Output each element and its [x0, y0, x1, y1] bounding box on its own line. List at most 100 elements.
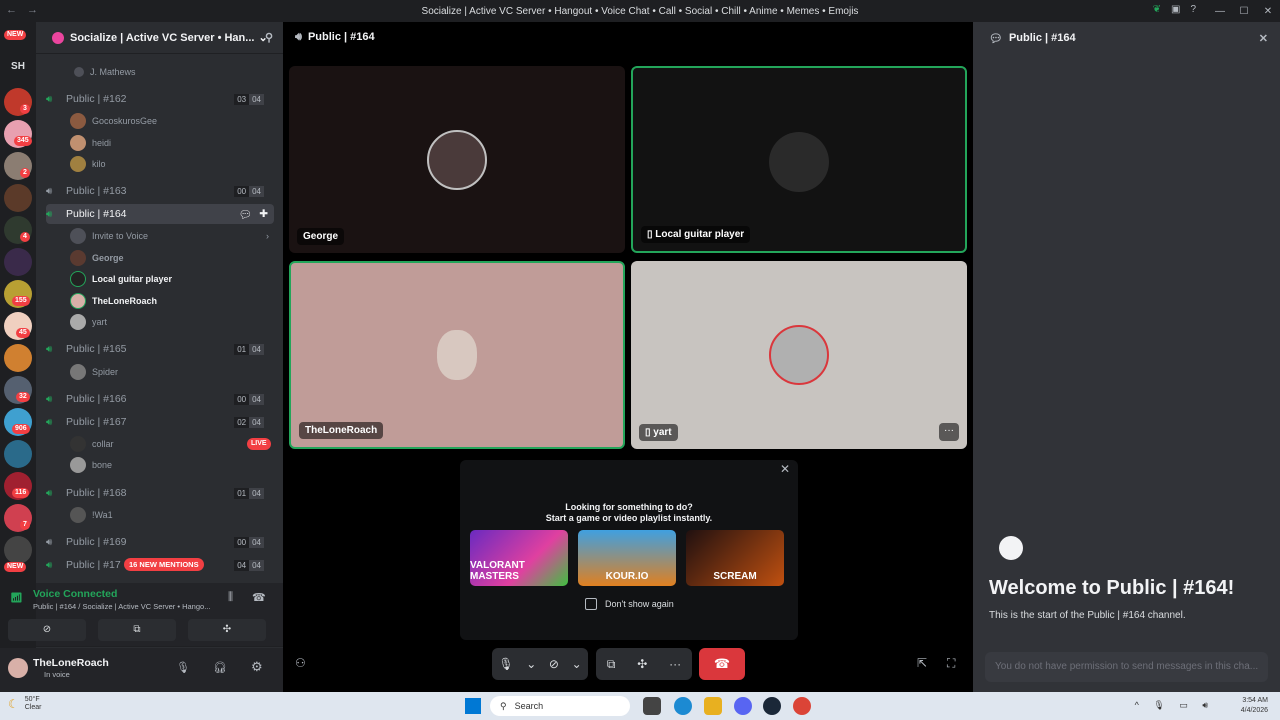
invite-to-voice[interactable]: Invite to Voice ›	[70, 226, 269, 246]
server-icon[interactable]	[4, 344, 32, 372]
speaker-icon: 🔊︎	[295, 30, 302, 43]
camera-off-button[interactable]: ⊘	[8, 619, 86, 641]
activity-button[interactable]: ✣	[188, 619, 266, 641]
inbox-icon[interactable]: ▣	[1171, 4, 1180, 15]
participant-tile[interactable]: TheLoneRoach	[289, 261, 625, 449]
popout-icon[interactable]: ⇱	[917, 656, 927, 670]
taskbar-search[interactable]: ⚲ Search	[490, 696, 630, 716]
speaker-icon: 🔊︎	[46, 208, 53, 220]
help-icon[interactable]: ?	[1190, 4, 1196, 15]
maximize-icon[interactable]: ☐	[1232, 6, 1256, 17]
server-sh[interactable]: SH	[4, 58, 32, 78]
screen-share-button[interactable]: ⧉	[98, 619, 176, 641]
stage-title: Public | #164	[307, 31, 375, 43]
leave-call-button[interactable]: ☎︎	[699, 648, 745, 680]
participant-tile[interactable]: ▯ Local guitar player	[631, 66, 967, 253]
clock[interactable]: 3:54 AM 4/4/2026	[1241, 696, 1268, 716]
live-badge: LIVE	[247, 438, 271, 450]
mic-icon[interactable]: 🎙︎	[498, 657, 513, 671]
voice-user[interactable]: Local guitar player	[70, 269, 172, 289]
new-mentions-pill[interactable]: 16 NEW MENTIONS	[124, 558, 204, 571]
voice-channel[interactable]: 🔊︎ Public | #168 01 04	[46, 483, 274, 503]
voice-user[interactable]: !Wa1	[70, 505, 113, 525]
back-arrow-icon[interactable]: ←	[6, 4, 17, 16]
voice-channel[interactable]: 🔊︎ Public | #165 01 04	[46, 339, 274, 359]
voice-location[interactable]: Public | #164 / Socialize | Active VC Se…	[33, 602, 218, 611]
call-controls: ⚇ 🎙︎ ⌄ ⊘ ⌄ ⧉ ✣ ··· ☎︎ ⇱ ⛶	[283, 648, 973, 682]
close-icon[interactable]: ✕	[1259, 32, 1268, 45]
voice-channel[interactable]: 🔊︎ Public | #162 03 04	[46, 89, 274, 109]
participant-tile[interactable]: ▯ yart ···	[631, 261, 967, 449]
voice-channel[interactable]: 🔊︎ Public | #163 00 04	[46, 181, 274, 201]
voice-channel[interactable]: 🔊︎ Public | #169 00 04	[46, 532, 274, 552]
avatar[interactable]	[8, 658, 28, 678]
voice-user[interactable]: collar	[70, 434, 114, 454]
voice-channel[interactable]: 🔊︎ Public | #167 02 04	[46, 412, 274, 432]
windows-start-icon[interactable]	[465, 698, 481, 714]
screen-share-icon[interactable]: ⧉	[607, 657, 616, 672]
chat-title: Public | #164	[1008, 32, 1076, 44]
mic-toggle[interactable]: 🎙︎ ⌄ ⊘ ⌄	[492, 648, 588, 680]
voice-user[interactable]: Spider	[70, 362, 118, 382]
voice-user[interactable]: GocoskurosGee	[70, 111, 157, 131]
weather-widget[interactable]: ☾ 50°F Clear	[8, 696, 42, 712]
steam-icon[interactable]	[763, 697, 781, 715]
add-user-icon[interactable]: ✚	[259, 208, 268, 220]
more-options-button[interactable]: ···	[939, 423, 959, 441]
voice-user[interactable]: bone	[70, 455, 112, 475]
discord-icon[interactable]	[734, 697, 752, 715]
voice-user[interactable]: George	[70, 248, 124, 268]
server-badge: 155	[12, 296, 30, 306]
noise-icon[interactable]: ⫼	[228, 591, 233, 604]
add-user-icon[interactable]: ⚇	[295, 656, 306, 670]
add-member-icon[interactable]: ⚲	[265, 31, 273, 44]
server-icon[interactable]	[4, 248, 32, 276]
chevron-down-icon[interactable]: ⌄	[526, 657, 536, 671]
participant-tile[interactable]: George	[289, 66, 625, 253]
tray-icons[interactable]: ^ 🎙︎ ▭ 🔊︎	[1135, 700, 1214, 711]
user-count: 00 04	[234, 536, 264, 548]
chrome-icon[interactable]	[793, 697, 811, 715]
message-input[interactable]: You do not have permission to send messa…	[985, 652, 1268, 682]
voice-user[interactable]: heidi	[70, 133, 111, 153]
gear-icon[interactable]: ⚙	[251, 659, 263, 675]
server-icon[interactable]	[4, 536, 32, 564]
dont-show-checkbox[interactable]	[585, 598, 597, 610]
guild-header[interactable]: Socialize | Active VC Server • Han... ⌄ …	[36, 22, 283, 54]
activity-card[interactable]: SCREAM	[686, 530, 784, 586]
new-badge: NEW	[4, 562, 27, 572]
voice-user[interactable]: kilo	[70, 154, 106, 174]
mic-icon[interactable]: 🎙︎	[176, 661, 190, 674]
file-explorer-icon[interactable]	[704, 697, 722, 715]
participant-name: ▯ Local guitar player	[641, 226, 751, 243]
voice-user[interactable]: J. Mathews	[74, 62, 136, 82]
speaker-icon: 🔊︎	[46, 93, 53, 105]
chevron-down-icon[interactable]: ⌄	[572, 657, 582, 671]
voice-channel-active[interactable]: 🔊︎ Public | #164 💬︎ ✚	[46, 204, 274, 224]
minimize-icon[interactable]: —	[1208, 6, 1232, 17]
server-icon[interactable]	[4, 440, 32, 468]
forward-arrow-icon[interactable]: →	[27, 4, 38, 16]
signal-icon[interactable]: 📶︎	[10, 593, 23, 604]
disconnect-icon[interactable]: ☎︎	[252, 591, 266, 604]
voice-user[interactable]: yart	[70, 312, 107, 332]
camera-off-icon[interactable]: ⊘	[549, 657, 559, 671]
activity-card[interactable]: VALORANT MASTERS	[470, 530, 568, 586]
more-icon[interactable]: ···	[669, 657, 681, 671]
leaf-icon[interactable]: ❦	[1153, 4, 1161, 15]
headphones-icon[interactable]: 🎧︎	[213, 661, 227, 674]
activity-card[interactable]: KOUR.IO	[578, 530, 676, 586]
chat-bubble-icon[interactable]: 💬︎	[239, 208, 252, 221]
voice-user[interactable]: TheLoneRoach	[70, 291, 157, 311]
close-icon[interactable]: ✕	[780, 462, 790, 476]
task-view-icon[interactable]	[643, 697, 661, 715]
close-window-icon[interactable]: ✕	[1256, 6, 1280, 17]
speaker-icon: 🔊︎	[46, 185, 53, 197]
server-icon[interactable]	[4, 184, 32, 212]
voice-channel[interactable]: 🔊︎ Public | #166 00 04	[46, 389, 274, 409]
fullscreen-icon[interactable]: ⛶	[947, 656, 955, 671]
edge-icon[interactable]	[674, 697, 692, 715]
user-count: 01 04	[234, 487, 264, 499]
activity-icon[interactable]: ✣	[637, 657, 647, 671]
dont-show-again[interactable]: Don't show again	[585, 598, 674, 610]
